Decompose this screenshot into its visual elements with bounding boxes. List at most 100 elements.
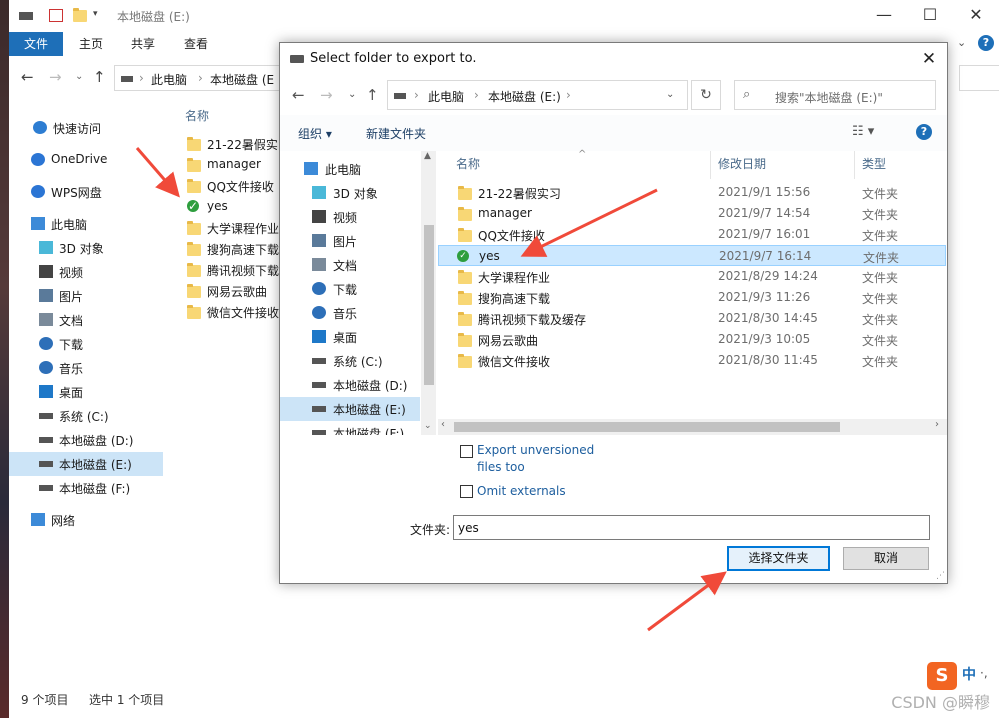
table-row[interactable]: 微信文件接收 2021/8/30 11:45 文件夹 xyxy=(438,350,946,371)
sidebar-item[interactable]: 系统 (C:) xyxy=(9,404,163,428)
view-options-button[interactable]: ☷ ▾ xyxy=(852,124,874,139)
breadcrumb-this-pc[interactable]: 此电脑 xyxy=(428,88,464,105)
select-folder-button[interactable]: 选择文件夹 xyxy=(727,546,830,571)
table-row[interactable]: 腾讯视频下载及缓存 2021/8/30 14:45 文件夹 xyxy=(438,308,946,329)
sidebar-item[interactable]: 本地磁盘 (D:) xyxy=(9,428,163,452)
forward-arrow-icon[interactable]: → xyxy=(49,68,62,86)
tree-item[interactable]: 音乐 xyxy=(280,301,420,325)
list-item[interactable]: 微信文件接收 xyxy=(185,301,285,323)
tree-item[interactable]: 图片 xyxy=(280,229,420,253)
table-row[interactable]: manager 2021/9/7 14:54 文件夹 xyxy=(438,203,946,224)
address-dropdown-chevron-icon[interactable]: ⌄ xyxy=(666,89,674,100)
list-item[interactable]: manager xyxy=(185,154,285,176)
horizontal-scrollbar[interactable]: ‹ › xyxy=(438,419,947,435)
breadcrumb-this-pc[interactable]: 此电脑 xyxy=(151,71,187,88)
column-header-date[interactable]: 修改日期 xyxy=(718,155,766,172)
tree-item[interactable]: 系统 (C:) xyxy=(280,349,420,373)
scroll-down-icon[interactable]: ⌄ xyxy=(424,421,432,431)
export-unversioned-checkbox[interactable] xyxy=(460,445,473,458)
omit-externals-label[interactable]: Omit externals xyxy=(477,484,566,498)
tree-item[interactable]: 本地磁盘 (D:) xyxy=(280,373,420,397)
export-unversioned-label-line2[interactable]: files too xyxy=(477,460,525,474)
sidebar-item[interactable]: 下载 xyxy=(9,332,163,356)
maximize-button[interactable]: ☐ xyxy=(915,4,945,26)
folder-name-input[interactable] xyxy=(453,515,930,540)
minimize-button[interactable]: — xyxy=(869,4,899,26)
resize-grip-icon[interactable]: ⋰ xyxy=(936,571,945,581)
list-item[interactable]: 大学课程作业 xyxy=(185,217,285,239)
back-arrow-icon[interactable]: ← xyxy=(292,86,305,104)
new-folder-quick-icon[interactable] xyxy=(73,8,87,22)
list-item[interactable]: 21-22暑假实习 xyxy=(185,133,290,155)
scroll-right-icon[interactable]: › xyxy=(935,419,939,430)
list-item[interactable]: QQ文件接收 xyxy=(185,175,285,197)
tab-home[interactable]: 主页 xyxy=(79,32,103,56)
tab-view[interactable]: 查看 xyxy=(184,32,208,56)
new-folder-button[interactable]: 新建文件夹 xyxy=(366,125,426,142)
properties-icon[interactable] xyxy=(49,9,63,22)
tree-item[interactable]: 文档 xyxy=(280,253,420,277)
tree-item[interactable]: 视频 xyxy=(280,205,420,229)
tree-item[interactable]: 本地磁盘 (F:) xyxy=(280,421,420,435)
sidebar-item[interactable]: 图片 xyxy=(9,284,163,308)
export-unversioned-label[interactable]: Export unversioned xyxy=(477,443,594,457)
column-divider[interactable] xyxy=(710,151,711,179)
cancel-button[interactable]: 取消 xyxy=(843,547,929,570)
sidebar-item[interactable]: WPS网盘 xyxy=(9,180,163,204)
sidebar-item[interactable]: 本地磁盘 (F:) xyxy=(9,476,163,500)
organize-button[interactable]: 组织 ▾ xyxy=(298,125,332,142)
breadcrumb-drive[interactable]: 本地磁盘 (E:) xyxy=(488,88,561,105)
table-row[interactable]: QQ文件接收 2021/9/7 16:01 文件夹 xyxy=(438,224,946,245)
table-row[interactable]: 21-22暑假实习 2021/9/1 15:56 文件夹 xyxy=(438,182,946,203)
list-item[interactable]: 搜狗高速下载 xyxy=(185,238,285,260)
sidebar-item[interactable]: 快速访问 xyxy=(9,116,163,140)
chevron-down-icon[interactable]: ▾ xyxy=(93,9,107,22)
up-arrow-icon[interactable]: ↑ xyxy=(93,68,106,86)
sidebar-item[interactable]: 音乐 xyxy=(9,356,163,380)
table-row[interactable]: 大学课程作业 2021/8/29 14:24 文件夹 xyxy=(438,266,946,287)
up-arrow-icon[interactable]: ↑ xyxy=(366,86,379,104)
sidebar-item[interactable]: 此电脑 xyxy=(9,212,163,236)
explorer-search-box[interactable] xyxy=(959,65,999,91)
close-button[interactable]: ✕ xyxy=(961,4,991,26)
recent-chevron-icon[interactable]: ⌄ xyxy=(348,89,356,100)
sidebar-item[interactable]: 桌面 xyxy=(9,380,163,404)
tree-scrollbar-thumb[interactable] xyxy=(424,225,434,385)
table-row[interactable]: 搜狗高速下载 2021/9/3 11:26 文件夹 xyxy=(438,287,946,308)
ime-mode-indicator[interactable]: 中 xyxy=(962,664,976,684)
refresh-button[interactable]: ↻ xyxy=(691,80,721,110)
scroll-up-icon[interactable]: ▲ xyxy=(424,151,431,161)
tree-item[interactable]: 桌面 xyxy=(280,325,420,349)
tab-share[interactable]: 共享 xyxy=(131,32,155,56)
tree-item[interactable]: 下载 xyxy=(280,277,420,301)
column-header-type[interactable]: 类型 xyxy=(862,155,886,172)
column-header-name[interactable]: 名称 xyxy=(185,107,209,124)
list-item[interactable]: 腾讯视频下载 xyxy=(185,259,285,281)
help-icon[interactable]: ? xyxy=(916,124,932,140)
tree-item[interactable]: 3D 对象 xyxy=(280,181,420,205)
tree-item[interactable]: 此电脑 xyxy=(280,157,420,181)
list-item[interactable]: ✓ yes xyxy=(185,196,285,218)
list-item[interactable]: 网易云歌曲 xyxy=(185,280,285,302)
column-divider[interactable] xyxy=(854,151,855,179)
table-row[interactable]: 网易云歌曲 2021/9/3 10:05 文件夹 xyxy=(438,329,946,350)
column-header-name[interactable]: 名称 xyxy=(456,155,480,172)
sidebar-item[interactable]: 视频 xyxy=(9,260,163,284)
ribbon-expand-chevron-icon[interactable]: ⌄ xyxy=(957,36,966,49)
sidebar-item[interactable]: 文档 xyxy=(9,308,163,332)
dialog-address-bar[interactable]: › 此电脑 › 本地磁盘 (E:) › ⌄ xyxy=(387,80,688,110)
horizontal-scrollbar-thumb[interactable] xyxy=(454,422,840,432)
dialog-search-box[interactable]: ⌕ 搜索"本地磁盘 (E:)" xyxy=(734,80,936,110)
omit-externals-checkbox[interactable] xyxy=(460,485,473,498)
table-row[interactable]: ✓ yes 2021/9/7 16:14 文件夹 xyxy=(438,245,946,266)
sogou-ime-logo-icon[interactable]: S xyxy=(927,662,957,690)
explorer-address-bar[interactable]: › 此电脑 › 本地磁盘 (E xyxy=(114,65,282,91)
tree-scrollbar[interactable]: ▲ ⌄ xyxy=(421,151,436,435)
sidebar-item[interactable]: 网络 xyxy=(9,508,163,532)
tab-file[interactable]: 文件 xyxy=(9,32,63,56)
sidebar-item[interactable]: OneDrive xyxy=(9,148,163,172)
back-arrow-icon[interactable]: ← xyxy=(21,68,34,86)
scroll-left-icon[interactable]: ‹ xyxy=(441,419,445,430)
tree-item[interactable]: 本地磁盘 (E:) xyxy=(280,397,420,421)
sidebar-item[interactable]: 3D 对象 xyxy=(9,236,163,260)
